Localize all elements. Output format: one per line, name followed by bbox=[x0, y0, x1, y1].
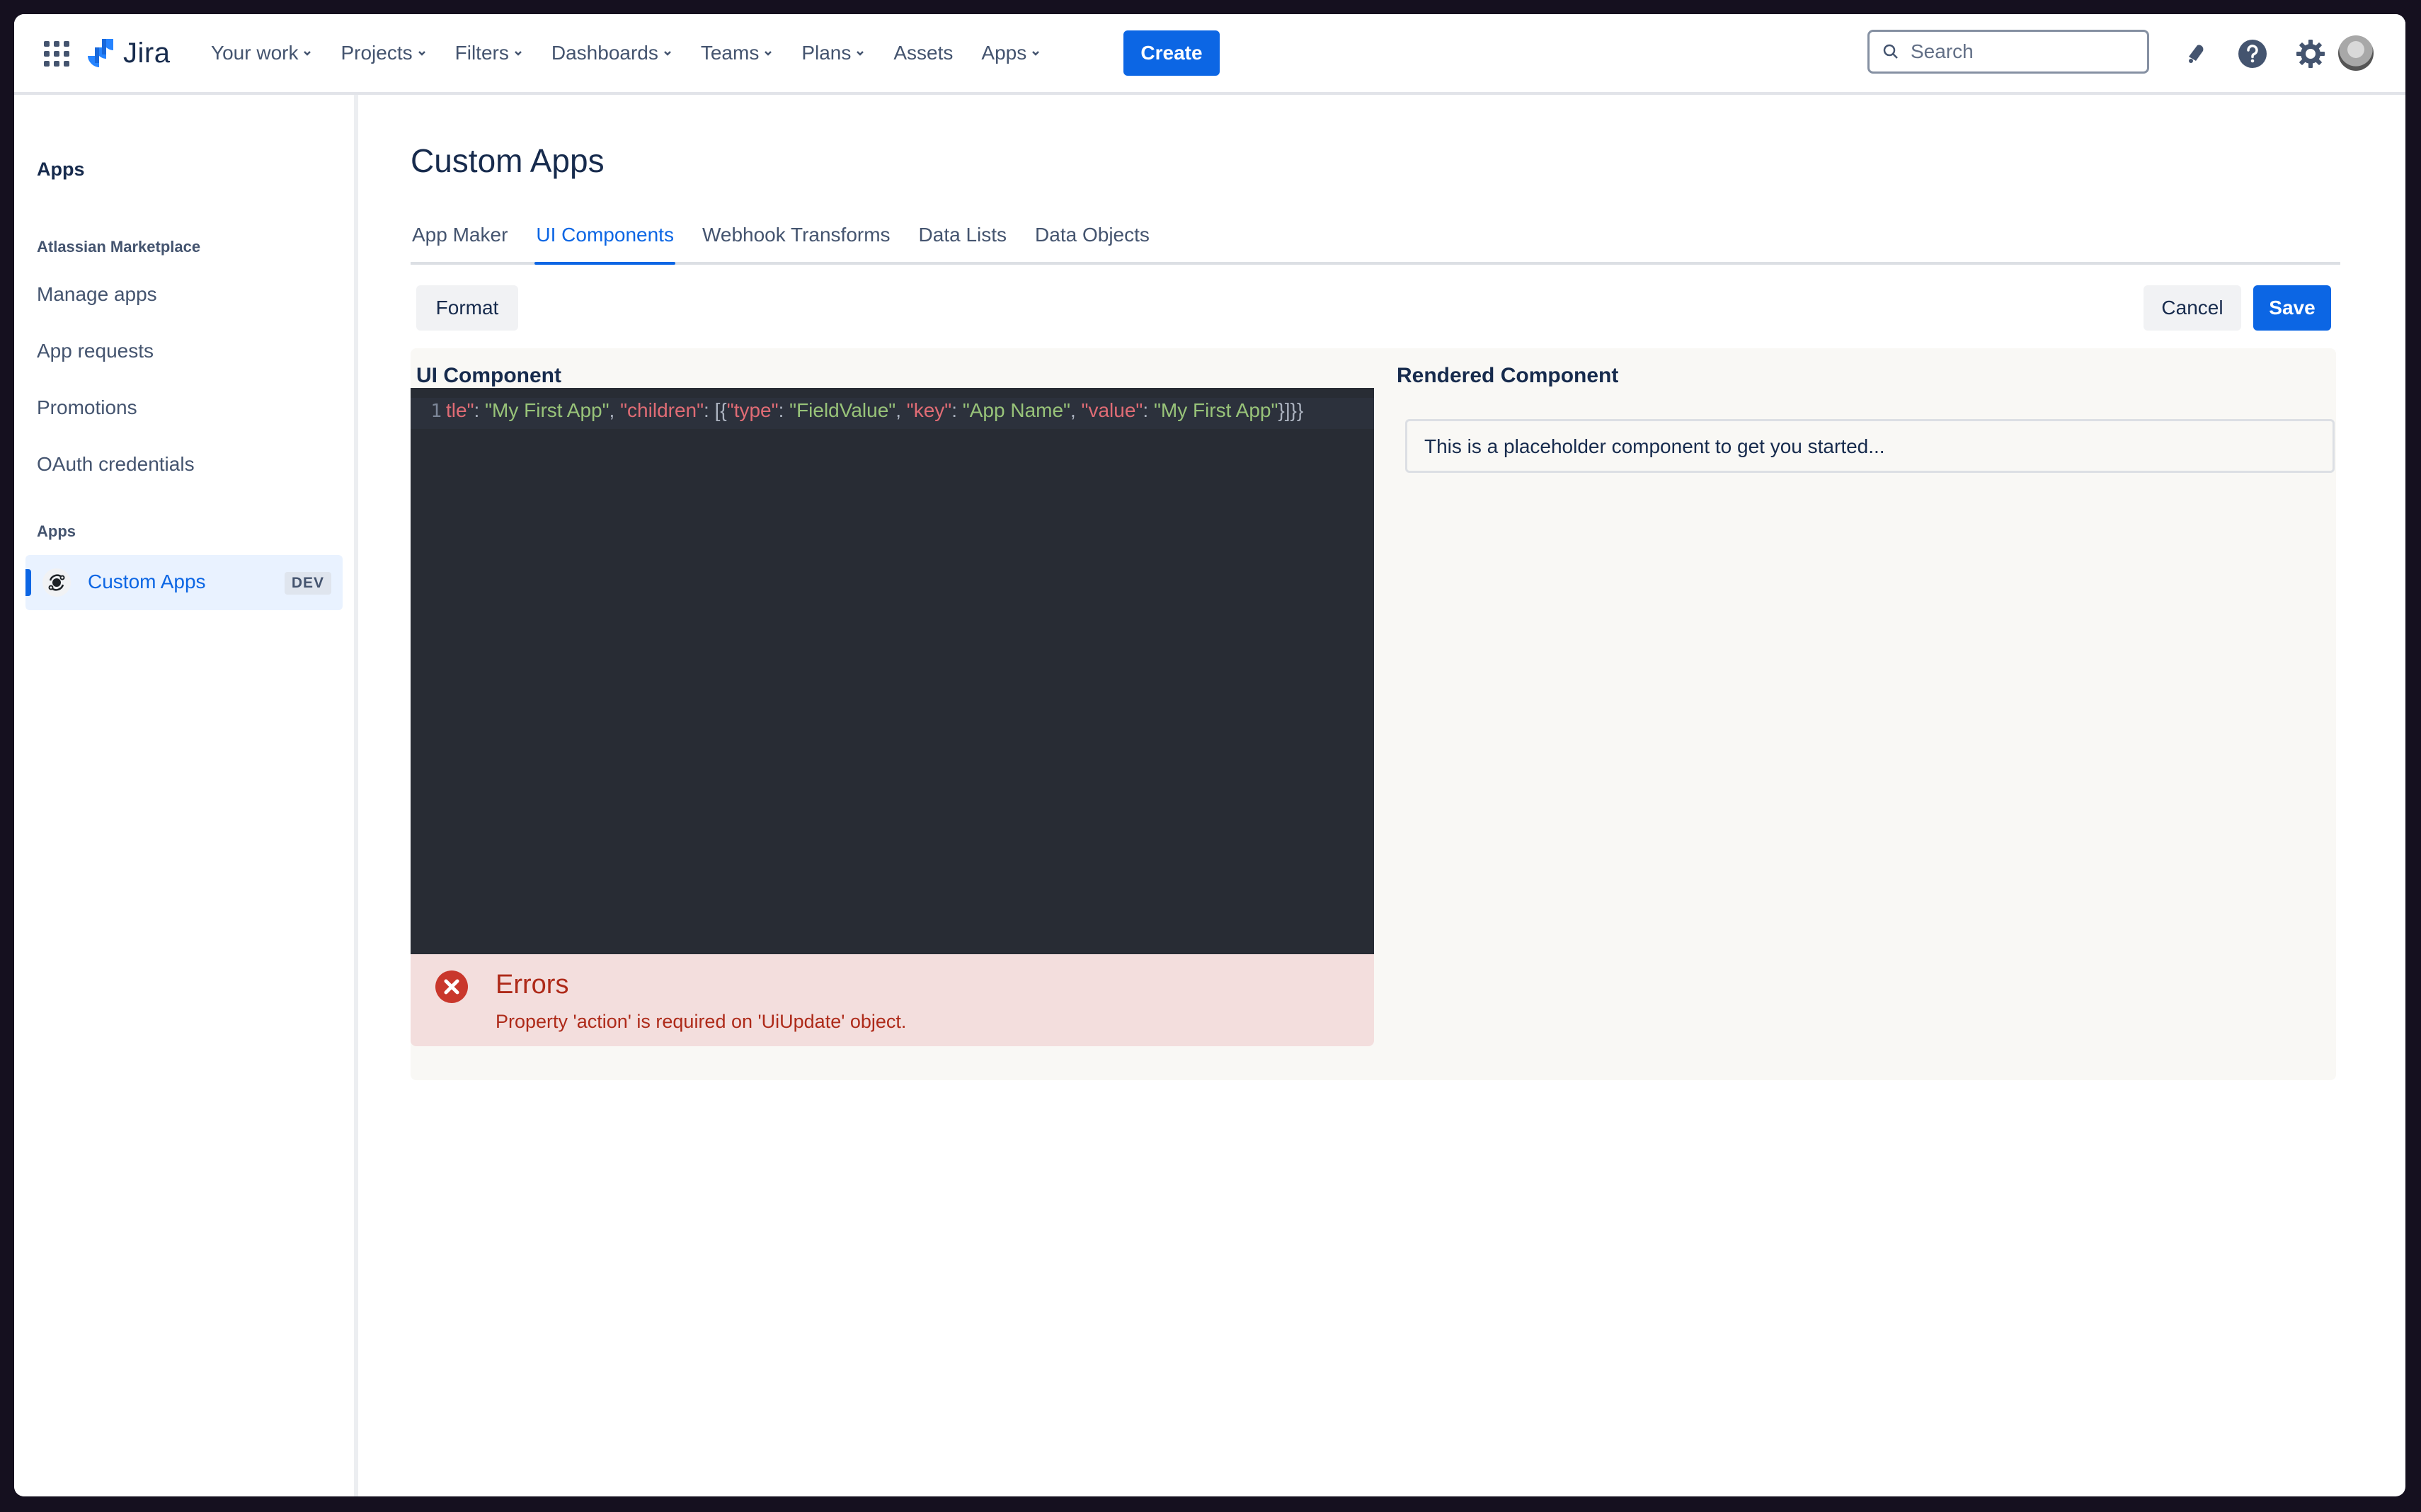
json-punctuation-token: , bbox=[895, 399, 907, 421]
nav-label: Your work bbox=[211, 42, 299, 64]
chevron-down-icon bbox=[304, 51, 311, 56]
chevron-down-icon bbox=[663, 51, 671, 56]
tab-ui-components[interactable]: UI Components bbox=[534, 224, 675, 265]
custom-apps-icon bbox=[42, 568, 71, 597]
nav-label: Apps bbox=[981, 42, 1027, 64]
create-button[interactable]: Create bbox=[1123, 30, 1220, 76]
json-punctuation-token: }]}} bbox=[1278, 399, 1304, 421]
search-field[interactable] bbox=[1867, 30, 2149, 74]
sidebar-item-custom-apps[interactable]: Custom Apps DEV bbox=[25, 555, 343, 610]
browser-window: Jira Your work Projects Filters Dashboar… bbox=[14, 14, 2405, 1496]
json-punctuation-token: , bbox=[1070, 399, 1082, 421]
json-key-token: "key" bbox=[906, 399, 952, 421]
json-punctuation-token: : [{ bbox=[704, 399, 727, 421]
sidebar-item-app-requests[interactable]: App requests bbox=[37, 340, 154, 362]
top-navigation: Jira Your work Projects Filters Dashboar… bbox=[14, 14, 2405, 95]
json-string-token: "My First App" bbox=[485, 399, 609, 421]
component-editor-panel: UI Component Rendered Component 1 tle": … bbox=[411, 348, 2336, 1080]
sidebar-section-heading: Atlassian Marketplace bbox=[37, 238, 201, 256]
sidebar-item-label: Custom Apps bbox=[88, 571, 206, 592]
json-punctuation-token: : bbox=[474, 399, 486, 421]
json-string-token: "App Name" bbox=[962, 399, 1070, 421]
notifications-icon[interactable] bbox=[2180, 38, 2211, 69]
code-line[interactable]: tle": "My First App", "children": [{"typ… bbox=[446, 399, 1303, 422]
json-string-token: "FieldValue" bbox=[789, 399, 896, 421]
search-input[interactable] bbox=[1909, 40, 2124, 64]
save-button[interactable]: Save bbox=[2253, 285, 2331, 331]
format-button[interactable]: Format bbox=[416, 285, 518, 331]
nav-apps[interactable]: Apps bbox=[981, 42, 1041, 64]
cancel-button[interactable]: Cancel bbox=[2144, 285, 2241, 331]
nav-label: Plans bbox=[801, 42, 852, 64]
json-punctuation-token: : bbox=[1143, 399, 1154, 421]
avatar[interactable] bbox=[2338, 35, 2374, 71]
tab-list: App Maker UI Components Webhook Transfor… bbox=[411, 224, 2340, 265]
nav-assets[interactable]: Assets bbox=[893, 42, 953, 64]
nav-label: Assets bbox=[893, 42, 954, 64]
nav-label: Filters bbox=[454, 42, 509, 64]
nav-plans[interactable]: Plans bbox=[801, 42, 865, 64]
settings-icon[interactable] bbox=[2295, 38, 2326, 69]
tab-data-lists[interactable]: Data Lists bbox=[917, 224, 1009, 262]
json-key-token: "value" bbox=[1081, 399, 1143, 421]
error-message: Property 'action' is required on 'UiUpda… bbox=[496, 1011, 907, 1032]
page-title: Custom Apps bbox=[411, 142, 605, 179]
sidebar-item-manage-apps[interactable]: Manage apps bbox=[37, 283, 157, 306]
editor-label: UI Component bbox=[416, 364, 561, 387]
tab-app-maker[interactable]: App Maker bbox=[411, 224, 509, 262]
active-indicator bbox=[25, 569, 31, 596]
error-panel: Errors Property 'action' is required on … bbox=[411, 954, 1374, 1046]
nav-filters[interactable]: Filters bbox=[455, 42, 523, 64]
tab-data-objects[interactable]: Data Objects bbox=[1034, 224, 1151, 262]
json-punctuation-token: : bbox=[778, 399, 790, 421]
app-switcher-icon[interactable] bbox=[44, 41, 69, 67]
nav-label: Projects bbox=[340, 42, 413, 64]
json-key-token: tle" bbox=[446, 399, 474, 421]
sidebar-section-heading: Apps bbox=[37, 522, 76, 540]
nav-label: Dashboards bbox=[551, 42, 658, 64]
environment-badge: DEV bbox=[284, 572, 331, 595]
search-icon bbox=[1883, 44, 1898, 59]
line-number: 1 bbox=[430, 401, 442, 422]
chevron-down-icon bbox=[1032, 51, 1040, 56]
sidebar-title: Apps bbox=[37, 159, 85, 180]
json-punctuation-token: : bbox=[951, 399, 963, 421]
tab-webhook-transforms[interactable]: Webhook Transforms bbox=[701, 224, 892, 262]
jira-logo[interactable]: Jira bbox=[85, 35, 170, 71]
nav-teams[interactable]: Teams bbox=[701, 42, 773, 64]
chevron-down-icon bbox=[514, 51, 522, 56]
rendered-component-preview: This is a placeholder component to get y… bbox=[1405, 419, 2335, 473]
json-key-token: "type" bbox=[726, 399, 779, 421]
chevron-down-icon bbox=[418, 51, 425, 56]
error-icon bbox=[435, 970, 468, 1003]
nav-dashboards[interactable]: Dashboards bbox=[551, 42, 672, 64]
jira-logo-icon bbox=[88, 39, 113, 67]
help-icon[interactable] bbox=[2237, 38, 2268, 69]
json-key-token: "children" bbox=[620, 399, 704, 421]
nav-projects[interactable]: Projects bbox=[340, 42, 426, 64]
code-editor[interactable]: 1 tle": "My First App", "children": [{"t… bbox=[411, 388, 1374, 954]
rendered-component-text: This is a placeholder component to get y… bbox=[1424, 435, 1885, 457]
error-title: Errors bbox=[496, 970, 569, 1000]
json-punctuation-token: , bbox=[609, 399, 621, 421]
primary-nav: Your work Projects Filters Dashboards Te… bbox=[211, 35, 1069, 71]
chevron-down-icon bbox=[765, 51, 772, 56]
sidebar: Apps Atlassian Marketplace Manage apps A… bbox=[14, 95, 358, 1496]
product-name: Jira bbox=[123, 37, 171, 69]
nav-label: Teams bbox=[700, 42, 760, 64]
json-string-token: "My First App" bbox=[1153, 399, 1278, 421]
sidebar-item-promotions[interactable]: Promotions bbox=[37, 396, 137, 419]
nav-your-work[interactable]: Your work bbox=[211, 42, 312, 64]
rendered-label: Rendered Component bbox=[1397, 364, 1619, 387]
chevron-down-icon bbox=[857, 51, 864, 56]
sidebar-item-oauth-credentials[interactable]: OAuth credentials bbox=[37, 453, 195, 476]
